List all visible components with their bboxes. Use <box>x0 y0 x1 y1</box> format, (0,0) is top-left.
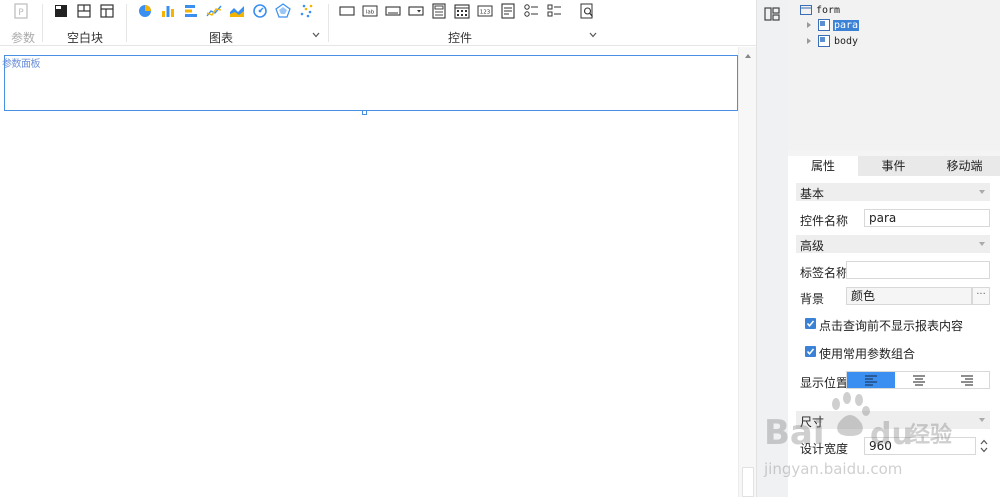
background-label: 背景 <box>800 292 825 306</box>
svg-text:lab: lab <box>366 10 375 16</box>
tree-item-label: body <box>834 35 859 47</box>
use-common-params-label: 使用常用参数组合 <box>819 347 916 361</box>
widget-name-label: 控件名称 <box>800 214 849 228</box>
properties-panel: 基本 控件名称 para 高级 标签名称 背景 颜色 ··· 点击查询前不显示报… <box>788 176 1000 497</box>
scatter-chart-icon[interactable] <box>298 3 314 19</box>
background-more-button[interactable]: ··· <box>972 287 990 305</box>
expand-arrow-icon[interactable] <box>805 37 813 45</box>
parameter-panel[interactable] <box>4 55 738 111</box>
tab-properties[interactable]: 属性 <box>788 156 858 176</box>
tab-events[interactable]: 事件 <box>858 156 929 176</box>
section-title: 高级 <box>800 239 825 253</box>
section-basic[interactable]: 基本 <box>796 183 990 201</box>
widget-layout-icon[interactable] <box>764 6 780 22</box>
tree-dropdown-widget-icon[interactable] <box>431 3 447 19</box>
chart-group: 图表 <box>127 0 327 46</box>
design-canvas[interactable]: 参数面板 <box>0 47 756 497</box>
display-position-label: 显示位置 <box>800 376 849 390</box>
pie-chart-icon[interactable] <box>137 3 153 19</box>
collapse-arrow-icon[interactable] <box>978 240 986 248</box>
blank-block-group: 空白块 <box>43 0 125 46</box>
radar-chart-icon[interactable] <box>275 3 291 19</box>
collapse-arrow-icon[interactable] <box>978 188 986 196</box>
tree-item-body[interactable]: body <box>805 34 859 48</box>
panel-icon <box>818 19 830 31</box>
gauge-chart-icon[interactable] <box>252 3 268 19</box>
toolbar: P 参数 空白块 图表 lab 123 控件 <box>0 0 756 46</box>
absolute-block-icon[interactable] <box>99 3 115 19</box>
display-position-toggle <box>846 371 990 389</box>
align-left-button[interactable] <box>847 372 895 388</box>
text-field-widget-icon[interactable] <box>385 3 401 19</box>
tree-item-label: form <box>816 4 841 16</box>
tab-mobile[interactable]: 移动端 <box>929 156 1000 176</box>
section-advanced[interactable]: 高级 <box>796 235 990 253</box>
tag-name-input[interactable] <box>846 261 990 279</box>
chevron-down-icon[interactable] <box>311 30 321 40</box>
resize-handle[interactable] <box>362 110 367 115</box>
line-chart-icon[interactable] <box>206 3 222 19</box>
tree-item-para[interactable]: para <box>805 18 860 32</box>
design-width-input[interactable]: 960 <box>864 437 976 455</box>
widget-tree: form para body <box>788 0 1000 150</box>
widget-name-input[interactable]: para <box>864 209 990 227</box>
design-width-label: 设计宽度 <box>800 442 849 456</box>
use-common-params-checkbox[interactable] <box>805 346 816 357</box>
tree-item-label: para <box>833 19 860 31</box>
align-left-icon <box>865 375 877 386</box>
checkbox-group-widget-icon[interactable] <box>546 3 562 19</box>
svg-text:123: 123 <box>480 10 491 16</box>
label-widget-icon[interactable]: lab <box>362 3 378 19</box>
widget-group: lab 123 控件 <box>329 0 605 46</box>
expand-arrow-icon[interactable] <box>805 21 813 29</box>
panel-icon <box>818 35 830 47</box>
number-widget-icon[interactable]: 123 <box>477 3 493 19</box>
tree-item-form[interactable]: form <box>800 3 841 17</box>
align-center-button[interactable] <box>895 372 943 388</box>
blank-block-icon[interactable] <box>53 3 69 19</box>
widget-group-label: 控件 <box>448 31 473 45</box>
side-strip <box>756 0 788 497</box>
form-icon <box>800 4 812 16</box>
date-widget-icon[interactable] <box>454 3 470 19</box>
param-icon[interactable]: P <box>13 3 29 19</box>
scrollbar-thumb[interactable] <box>742 467 754 497</box>
button-widget-icon[interactable] <box>339 3 355 19</box>
params-group-label: 参数 <box>11 31 36 45</box>
align-right-icon <box>961 375 973 386</box>
chevron-down-icon[interactable] <box>588 30 598 40</box>
design-width-spinner[interactable] <box>978 437 990 455</box>
parameter-panel-label: 参数面板 <box>2 59 41 70</box>
section-title: 基本 <box>800 187 825 201</box>
params-group: P 参数 <box>0 0 42 46</box>
blank-block-group-label: 空白块 <box>67 31 104 45</box>
radio-group-widget-icon[interactable] <box>523 3 539 19</box>
section-title: 尺寸 <box>800 415 825 429</box>
column-chart-icon[interactable] <box>160 3 176 19</box>
no-show-before-query-checkbox[interactable] <box>805 318 816 329</box>
tab-block-icon[interactable] <box>76 3 92 19</box>
area-chart-icon[interactable] <box>229 3 245 19</box>
dropdown-widget-icon[interactable] <box>408 3 424 19</box>
chart-group-label: 图表 <box>209 31 234 45</box>
no-show-before-query-label: 点击查询前不显示报表内容 <box>819 319 964 333</box>
align-right-button[interactable] <box>943 372 991 388</box>
vertical-scrollbar[interactable] <box>738 47 756 497</box>
bar-chart-icon[interactable] <box>183 3 199 19</box>
textarea-widget-icon[interactable] <box>500 3 516 19</box>
right-panel: form para body 属性 事件 移动端 基本 控件名称 para 高级… <box>788 0 1000 497</box>
tag-name-label: 标签名称 <box>800 266 849 280</box>
section-size[interactable]: 尺寸 <box>796 411 990 429</box>
svg-text:P: P <box>18 8 24 18</box>
collapse-arrow-icon[interactable] <box>978 416 986 424</box>
property-tabs: 属性 事件 移动端 <box>788 156 1000 176</box>
align-center-icon <box>913 375 925 386</box>
background-input[interactable]: 颜色 <box>846 287 972 305</box>
query-button-widget-icon[interactable] <box>579 3 595 19</box>
scroll-up-arrow-icon[interactable] <box>744 52 752 60</box>
